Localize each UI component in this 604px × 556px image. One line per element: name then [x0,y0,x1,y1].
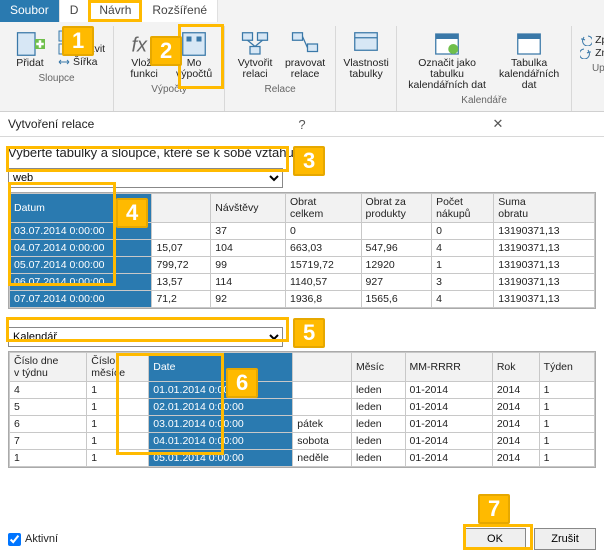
group-upravit: Zpět ▾ Znovu ▾ Upravit [572,26,604,111]
ok-button[interactable]: OK [464,528,526,550]
undo-button[interactable]: Zpět ▾ [580,34,604,46]
table-header[interactable]: MM-RRRR [405,353,492,382]
table-header[interactable]: Týden [539,353,594,382]
create-relation-icon [240,30,270,58]
callout-7: 7 [478,494,510,524]
add-column-icon [15,30,45,58]
add-column-button[interactable]: Přidat [6,28,54,71]
table-row[interactable]: 1105.01.2014 0:00:00neděleleden01-201420… [10,450,595,467]
tab-soubor[interactable]: Soubor [0,0,60,22]
help-button[interactable]: ? [204,117,400,132]
calc-options-icon [179,30,209,58]
create-relation-label: Vytvořit relaci [238,58,273,80]
dialog-title: Vytvoření relace [8,117,204,131]
table-properties-label: Vlastnosti tabulky [343,58,389,80]
active-checkbox-input[interactable] [8,533,21,546]
table-row[interactable]: 7104.01.2014 0:00:00sobotaleden01-201420… [10,433,595,450]
table-header[interactable]: Číslo měsíce [87,353,149,382]
add-column-label: Přidat [16,58,43,69]
date-table-button[interactable]: Tabulka kalendářních dat [493,28,565,93]
table-row[interactable]: 5102.01.2014 0:00:00leden01-201420141 [10,399,595,416]
group-kalendare: Označit jako tabulku kalendářních dat Ta… [397,26,572,111]
combo-table-2[interactable]: Kalendář [8,327,283,347]
callout-5: 5 [293,318,325,348]
ribbon-tabs: Soubor D Návrh Rozšířené [0,0,604,22]
callout-2: 2 [150,36,182,66]
table-header[interactable]: Date [149,353,293,382]
tab-rozsirene[interactable]: Rozšířené [142,0,218,22]
create-relation-button[interactable]: Vytvořit relaci [231,28,279,82]
table-header[interactable]: Číslo dne v týdnu [10,353,87,382]
mark-date-table-label: Označit jako tabulku kalendářních dat [405,58,489,91]
mark-date-table-button[interactable]: Označit jako tabulku kalendářních dat [403,28,491,93]
table-row[interactable]: 4101.01.2014 0:00:00leden01-201420141 [10,382,595,399]
table-row[interactable]: 04.07.2014 0:00:0015,07104663,03547,9641… [10,240,595,257]
table-row[interactable]: 06.07.2014 0:00:0013,571141140,579273131… [10,274,595,291]
callout-1: 1 [62,26,94,56]
table-header[interactable] [293,353,352,382]
table-header[interactable]: Obrat celkem [285,194,361,223]
table-row[interactable]: 6103.01.2014 0:00:00pátekleden01-2014201… [10,416,595,433]
table-properties-icon [351,30,381,58]
group-vypocty-label: Výpočty [151,82,187,98]
tab-d[interactable]: D [60,0,90,22]
close-button[interactable]: ✕ [400,116,596,132]
tab-navrh[interactable]: Návrh [89,0,142,22]
group-table-props: Vlastnosti tabulky [336,26,397,111]
combo-table-1[interactable]: web [8,168,283,188]
manage-relations-icon [290,30,320,58]
manage-relations-button[interactable]: pravovat relace [281,28,329,82]
table-header[interactable]: Počet nákupů [432,194,494,223]
ribbon: Soubor D Návrh Rozšířené Přidat Ukotvi [0,0,604,112]
table-header[interactable] [152,194,211,223]
grid-1[interactable]: DatumNávštěvyObrat celkemObrat za produk… [8,192,596,309]
redo-button[interactable]: Znovu ▾ [580,47,604,59]
callout-4: 4 [116,198,148,228]
dialog-titlebar: Vytvoření relace ? ✕ [0,112,604,137]
table-header[interactable]: Rok [492,353,539,382]
group-relace-label: Relace [265,82,296,98]
manage-relations-label: pravovat relace [285,58,325,80]
table-row[interactable]: 03.07.2014 0:00:00370013190371,13 [10,223,595,240]
callout-6: 6 [226,368,258,398]
calendar-mark-icon [432,30,462,58]
table-header[interactable]: Návštěvy [211,194,286,223]
grid-2[interactable]: Číslo dne v týdnuČíslo měsíceDate MěsícMM… [8,351,596,468]
calendar-table-icon [514,30,544,58]
table-header[interactable]: Měsíc [351,353,405,382]
date-table-label: Tabulka kalendářních dat [495,58,563,91]
table-row[interactable]: 05.07.2014 0:00:00799,729915719,72129201… [10,257,595,274]
dialog-footer: Aktivní OK Zrušit [0,522,604,556]
table-header[interactable]: Suma obratu [494,194,595,223]
svg-text:fx: fx [132,35,149,57]
callout-3: 3 [293,146,325,176]
group-sloupce: Přidat Ukotvit Šířka Sloupce [0,26,114,111]
group-upravit-label: Upravit [592,61,604,77]
table-row[interactable]: 07.07.2014 0:00:0071,2921936,81565,64131… [10,291,595,308]
group-sloupce-label: Sloupce [38,71,74,87]
active-checkbox[interactable]: Aktivní [8,533,58,546]
cancel-button[interactable]: Zrušit [534,528,596,550]
dialog-body: Vyberte tabulky a sloupce, které se k so… [0,137,604,472]
group-kalendare-label: Kalendáře [461,93,507,109]
group-relace: Vytvořit relaci pravovat relace Relace [225,26,336,111]
table-properties-button[interactable]: Vlastnosti tabulky [342,28,390,82]
column-width-button[interactable]: Šířka [58,56,105,68]
table-header[interactable]: Obrat za produkty [361,194,432,223]
